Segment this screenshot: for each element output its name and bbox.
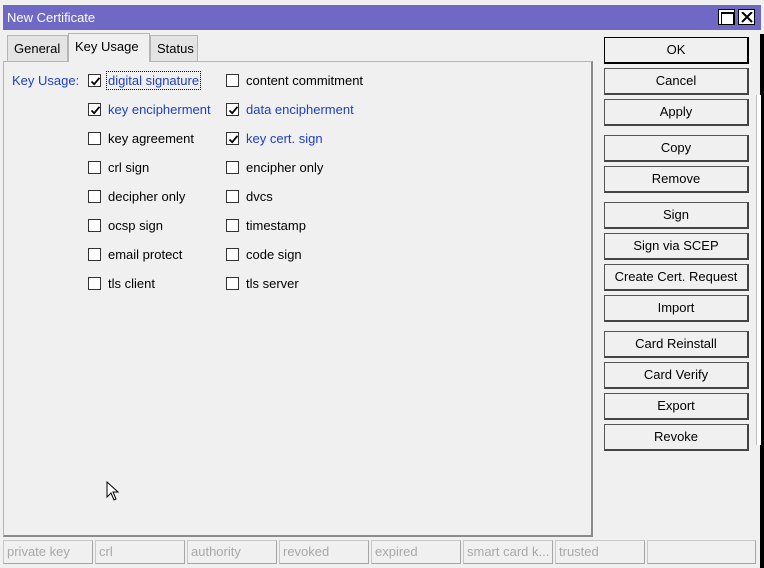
key-usage-option[interactable]: tls server	[226, 274, 299, 292]
tab-key-usage[interactable]: Key Usage	[68, 33, 150, 62]
checkbox[interactable]	[88, 73, 101, 87]
title-bar-fill[interactable]: New Certificate	[3, 5, 761, 30]
key-usage-label: Key Usage:	[12, 73, 80, 88]
status-bar: private key crl authority revoked expired sma…	[3, 540, 756, 564]
ok-button[interactable]: OK	[604, 37, 749, 64]
key-usage-option[interactable]: ocsp sign	[88, 216, 163, 234]
checkbox-label[interactable]: tls server	[246, 276, 299, 291]
checkbox[interactable]	[88, 160, 101, 174]
tab-general[interactable]: General	[7, 35, 68, 61]
maximize-icon[interactable]	[718, 9, 735, 25]
key-usage-option[interactable]: key cert. sign	[226, 129, 323, 147]
checkbox-label[interactable]: crl sign	[108, 160, 149, 175]
key-usage-option[interactable]: timestamp	[226, 216, 306, 234]
checkbox[interactable]	[88, 276, 101, 290]
checkmark-icon	[90, 76, 101, 86]
title-bar[interactable]: New Certificate	[0, 0, 764, 34]
status-cell: smart card k...	[463, 540, 553, 564]
revoke-button[interactable]: Revoke	[604, 424, 749, 451]
status-cell: authority	[187, 540, 277, 564]
checkbox[interactable]	[88, 102, 101, 116]
key-usage-option[interactable]: dvcs	[226, 187, 273, 205]
window-title: New Certificate	[7, 10, 96, 25]
checkbox[interactable]	[226, 218, 239, 232]
checkbox[interactable]	[88, 247, 101, 261]
key-usage-option[interactable]: content commitment	[226, 71, 363, 89]
export-button[interactable]: Export	[604, 393, 749, 420]
checkbox[interactable]	[88, 218, 101, 232]
checkmark-icon	[228, 105, 239, 115]
key-usage-option[interactable]: key encipherment	[88, 100, 211, 118]
checkbox-label[interactable]: code sign	[246, 247, 302, 262]
checkbox[interactable]	[226, 131, 239, 145]
key-usage-option[interactable]: decipher only	[88, 187, 185, 205]
status-cell: revoked	[279, 540, 369, 564]
apply-button[interactable]: Apply	[604, 99, 749, 126]
checkbox-label[interactable]: encipher only	[246, 160, 323, 175]
checkbox-label[interactable]: content commitment	[246, 73, 363, 88]
checkbox-label[interactable]: key agreement	[108, 131, 194, 146]
checkbox[interactable]	[226, 247, 239, 261]
checkbox-label[interactable]: data encipherment	[246, 102, 354, 117]
close-icon[interactable]	[738, 9, 755, 25]
key-usage-option[interactable]: crl sign	[88, 158, 149, 176]
checkbox-label[interactable]: email protect	[108, 247, 182, 262]
card-reinstall-button[interactable]: Card Reinstall	[604, 331, 749, 358]
checkbox[interactable]	[88, 189, 101, 203]
key-usage-option[interactable]: encipher only	[226, 158, 323, 176]
key-usage-option[interactable]: email protect	[88, 245, 182, 263]
checkbox-label[interactable]: key encipherment	[108, 102, 211, 117]
checkbox[interactable]	[226, 160, 239, 174]
checkbox-label[interactable]: timestamp	[246, 218, 306, 233]
status-cell: private key	[3, 540, 93, 564]
checkbox-label[interactable]: dvcs	[246, 189, 273, 204]
copy-button[interactable]: Copy	[604, 135, 749, 162]
background-window-fragment	[756, 95, 761, 445]
remove-button[interactable]: Remove	[604, 166, 749, 193]
checkbox[interactable]	[226, 73, 239, 87]
checkmark-icon	[228, 134, 239, 144]
checkbox-label[interactable]: ocsp sign	[108, 218, 163, 233]
checkbox-label[interactable]: digital signature	[105, 70, 202, 90]
mouse-pointer-icon	[106, 480, 120, 504]
key-usage-option[interactable]: code sign	[226, 245, 302, 263]
checkbox[interactable]	[226, 102, 239, 116]
status-cell: expired	[371, 540, 461, 564]
key-usage-option[interactable]: data encipherment	[226, 100, 354, 118]
key-usage-option[interactable]: digital signature	[88, 70, 202, 90]
status-cell: trusted	[555, 540, 645, 564]
create-cert-request-button[interactable]: Create Cert. Request	[604, 264, 749, 291]
checkbox[interactable]	[226, 189, 239, 203]
tab-status[interactable]: Status	[150, 35, 198, 61]
checkbox[interactable]	[226, 276, 239, 290]
checkbox-label[interactable]: tls client	[108, 276, 155, 291]
checkbox-label[interactable]: decipher only	[108, 189, 185, 204]
import-button[interactable]: Import	[604, 295, 749, 322]
checkbox[interactable]	[88, 131, 101, 145]
checkmark-icon	[90, 105, 101, 115]
key-usage-option[interactable]: tls client	[88, 274, 155, 292]
sign-button[interactable]: Sign	[604, 202, 749, 229]
cancel-button[interactable]: Cancel	[604, 68, 749, 95]
sign-via-scep-button[interactable]: Sign via SCEP	[604, 233, 749, 260]
key-usage-option[interactable]: key agreement	[88, 129, 194, 147]
status-cell	[647, 540, 756, 564]
card-verify-button[interactable]: Card Verify	[604, 362, 749, 389]
checkbox-label[interactable]: key cert. sign	[246, 131, 323, 146]
status-cell: crl	[95, 540, 185, 564]
